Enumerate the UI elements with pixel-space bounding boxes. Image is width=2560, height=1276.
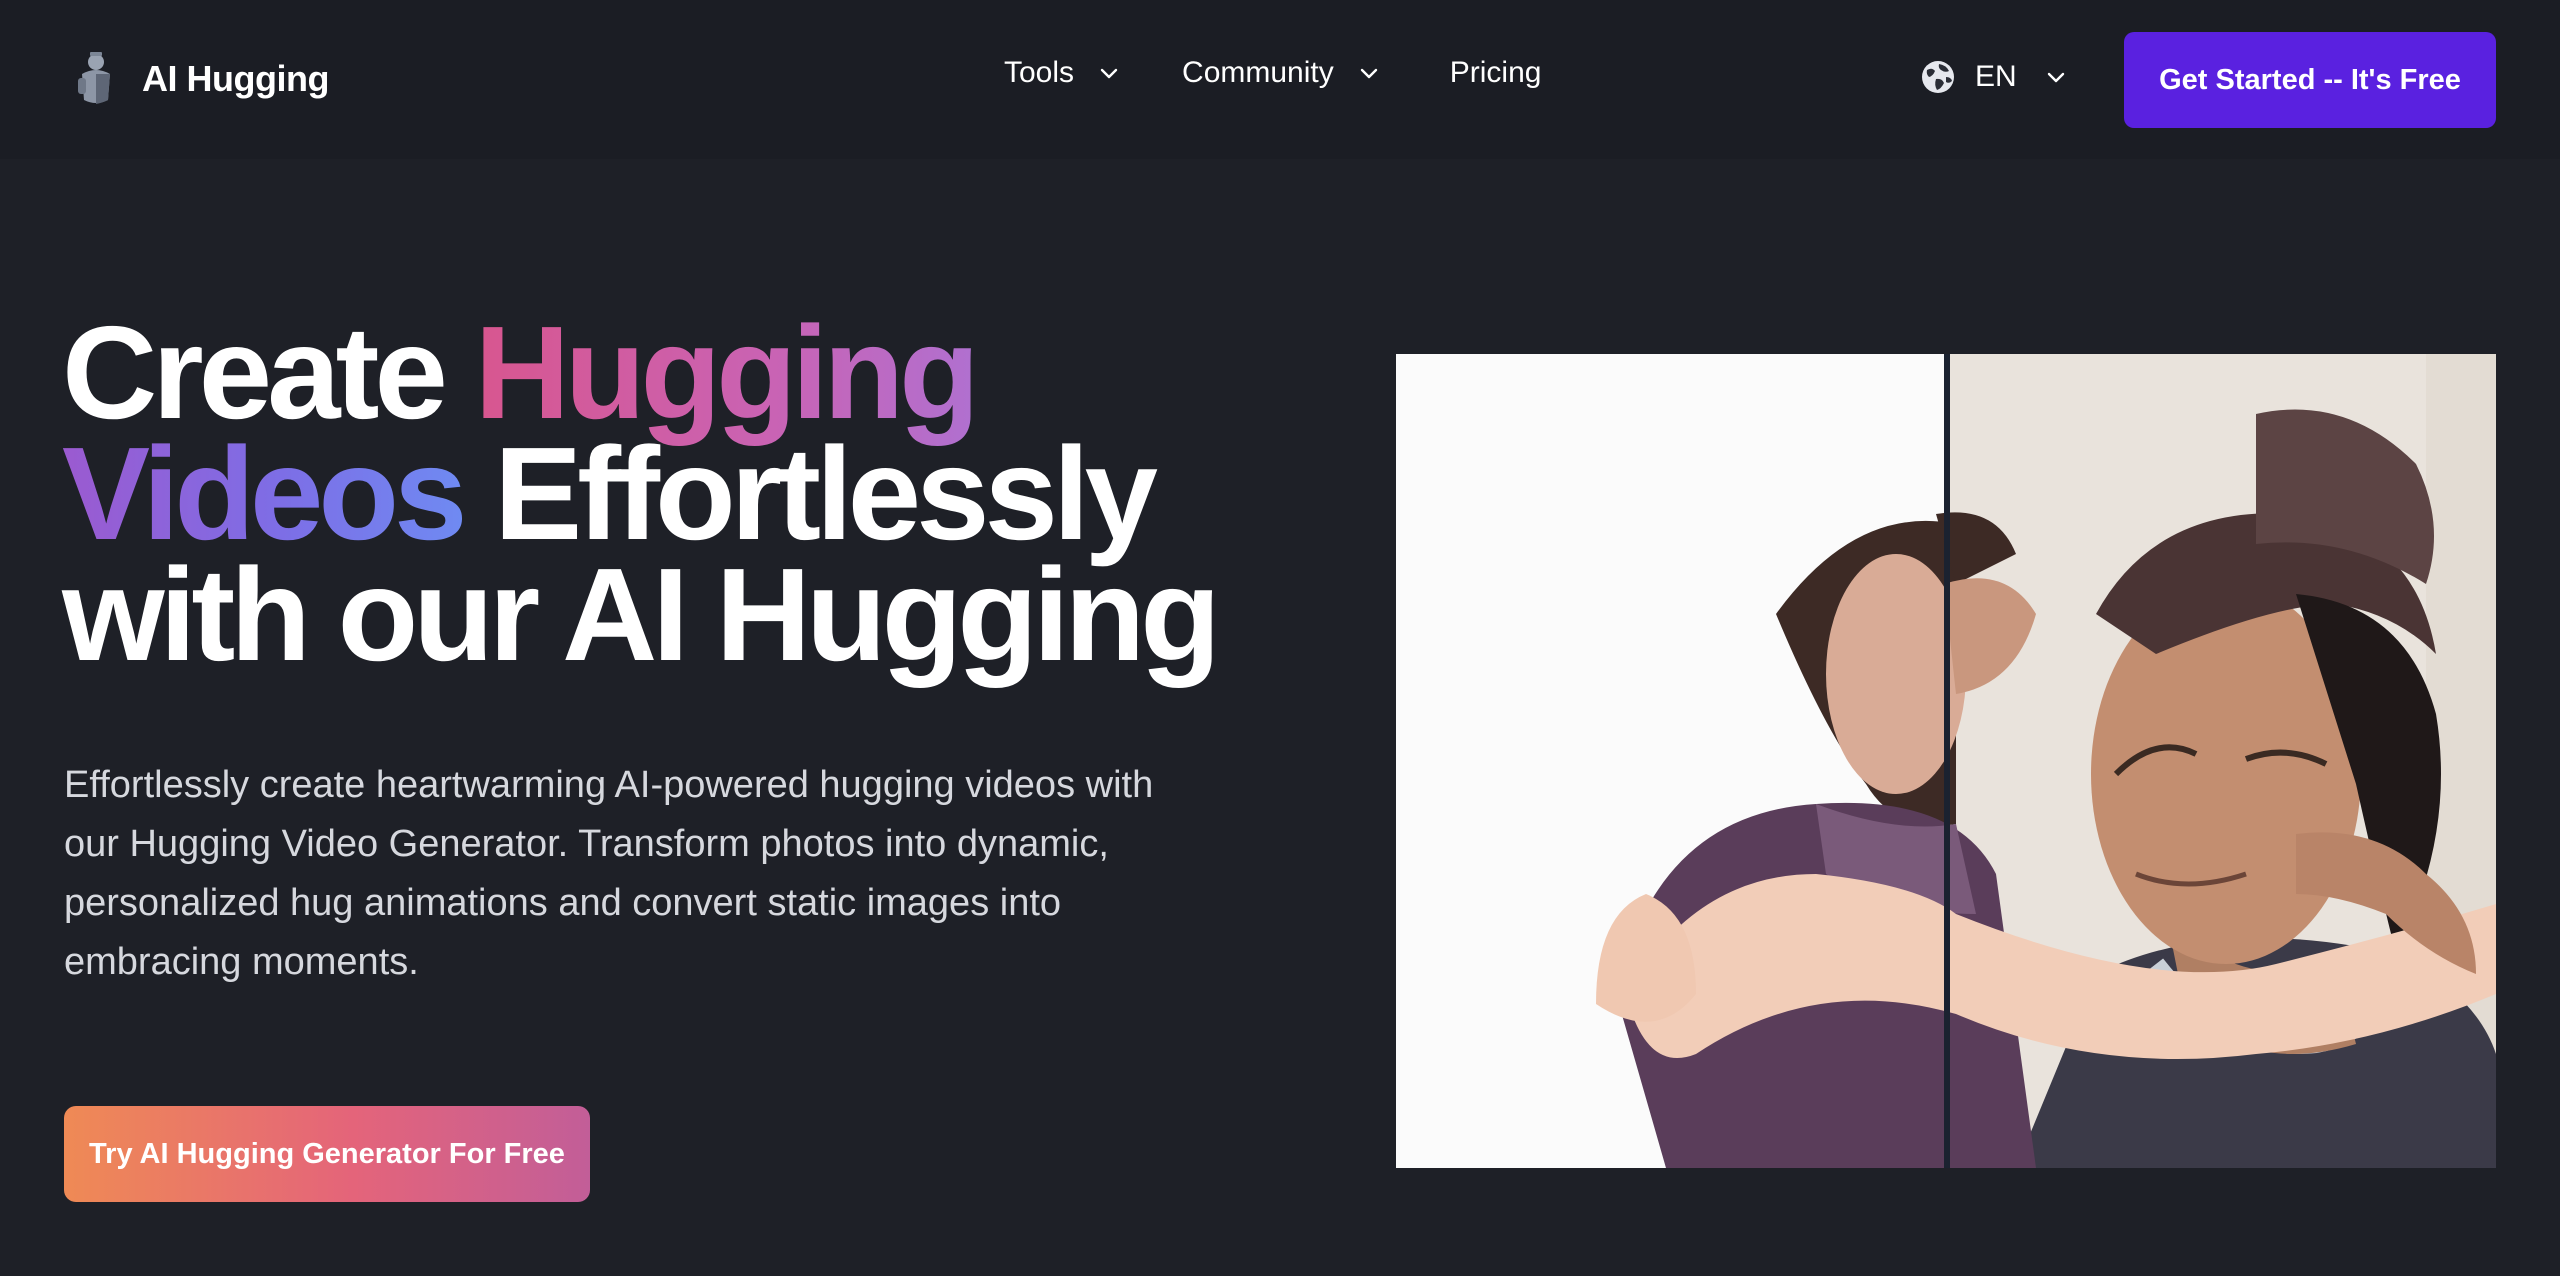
hero-title-line-1: Create Hugging [62,307,1216,439]
chevron-down-icon [1360,68,1377,79]
try-generator-button[interactable]: Try AI Hugging Generator For Free [64,1106,590,1202]
language-label: EN [1975,60,2017,93]
hero-title-line-2: Videos Effortlessly [62,428,1216,560]
nav-tools-dropdown[interactable]: Tools [1004,56,1122,90]
top-navigation-bar: AI Hugging Tools Community Pricing EN Ge… [0,0,2560,159]
before-after-comparison-image[interactable] [1396,354,2496,1168]
nav-pricing-label: Pricing [1449,56,1542,89]
hero-description: Effortlessly create heartwarming AI-powe… [64,764,1154,983]
hero-title-line-3: with our AI Hugging [62,541,1221,688]
main-nav: Tools Community Pricing [1004,56,1541,90]
chevron-down-icon [1100,68,1118,79]
knight-logo-icon [78,52,110,104]
get-started-button[interactable]: Get Started -- It's Free [2124,32,2496,128]
comparison-slider-handle[interactable] [1944,354,1950,1168]
nav-community-label: Community [1182,56,1334,89]
brand-logo-link[interactable]: AI Hugging [72,50,329,108]
brand-name: AI Hugging [142,58,329,99]
nav-community-dropdown[interactable]: Community [1182,56,1382,90]
globe-icon [1922,61,1954,93]
hero-title: Create Hugging Videos Effortlessly with … [62,307,1221,688]
nav-tools-label: Tools [1004,56,1075,89]
nav-pricing-link[interactable]: Pricing [1450,56,1542,90]
chevron-down-icon [2047,72,2064,83]
language-selector[interactable]: EN [1919,58,2069,96]
